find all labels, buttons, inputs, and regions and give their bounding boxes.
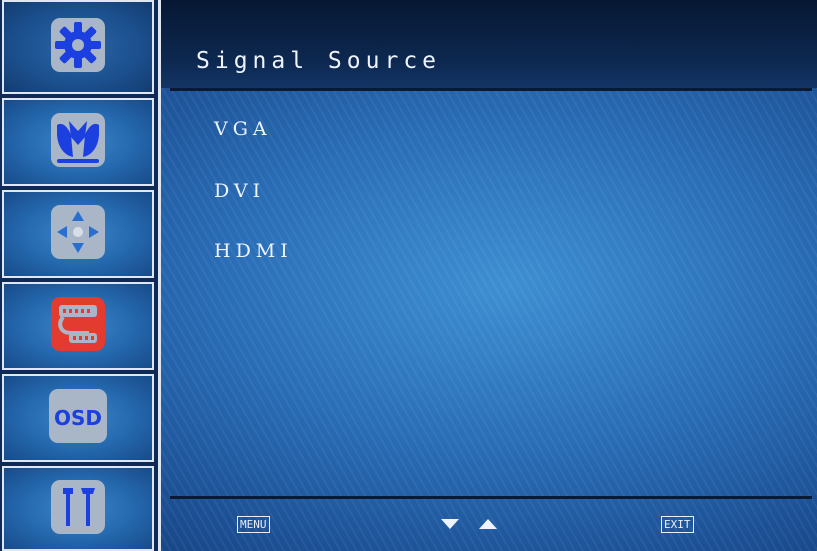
sidebar-item-picture[interactable] <box>2 98 154 186</box>
exit-key[interactable]: EXIT <box>661 516 694 533</box>
option-hdmi[interactable]: HDMI <box>214 240 293 262</box>
osd-sidebar: OSD <box>0 0 160 551</box>
gear-icon <box>49 16 107 78</box>
sidebar-item-input[interactable] <box>2 282 154 370</box>
color-adjust-icon <box>49 111 107 173</box>
sidebar-item-settings[interactable] <box>2 0 154 94</box>
sidebar-item-position[interactable] <box>2 190 154 278</box>
osd-icon-label: OSD <box>54 406 102 430</box>
osd-icon: OSD <box>47 387 109 449</box>
option-vga[interactable]: VGA <box>214 118 272 140</box>
tools-icon <box>49 478 107 540</box>
title-bar <box>161 0 817 88</box>
sidebar-item-tools[interactable] <box>2 466 154 551</box>
title-divider <box>170 88 812 91</box>
input-cable-icon <box>49 295 107 357</box>
option-dvi[interactable]: DVI <box>214 180 265 202</box>
page-title: Signal Source <box>196 48 442 74</box>
position-icon <box>49 203 107 265</box>
menu-key[interactable]: MENU <box>237 516 270 533</box>
up-arrow-icon[interactable] <box>479 519 497 529</box>
sidebar-item-osd[interactable]: OSD <box>2 374 154 462</box>
down-arrow-icon[interactable] <box>441 519 459 529</box>
